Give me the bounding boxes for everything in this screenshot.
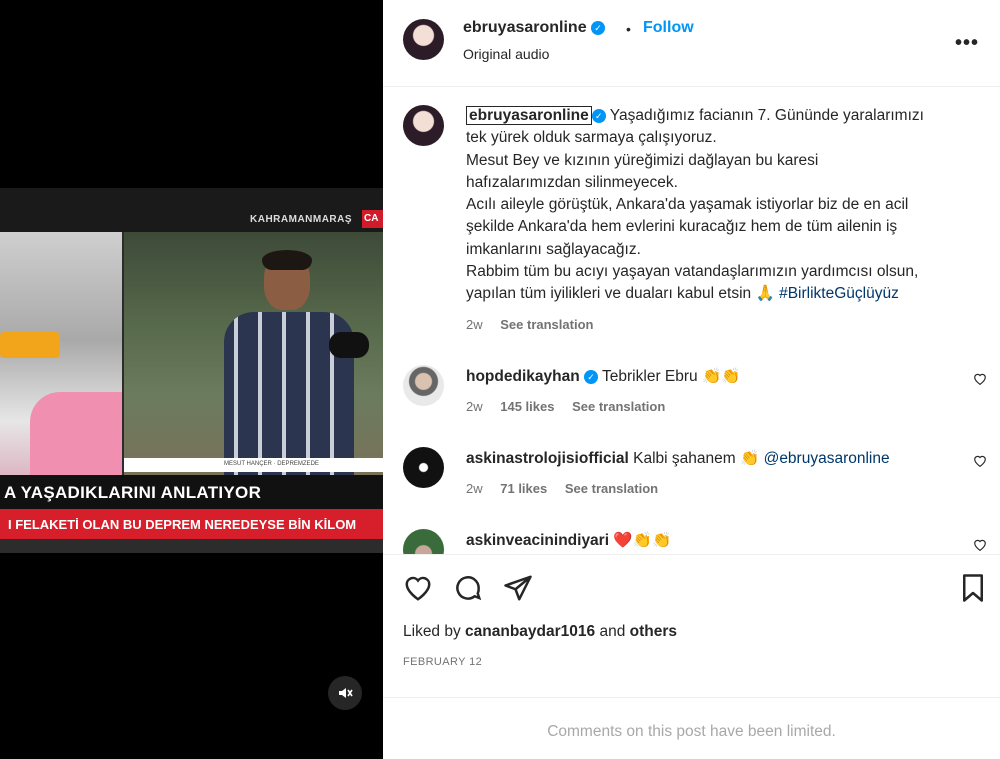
like-comment-heart-icon[interactable] [973,372,987,389]
mute-button[interactable] [328,676,362,710]
comment-item: hopdedikayhan ✓ Tebrikler Ebru 👏👏 [466,367,741,386]
comment-avatar[interactable] [403,365,444,406]
verified-badge-icon: ✓ [584,369,598,384]
comments-limited-notice: Comments on this post have been limited. [383,697,1000,759]
caption-line: tek yürek olduk sarmaya çalışıyoruz. [466,129,717,147]
verified-badge-icon: ✓ [591,20,606,35]
comments-list[interactable]: ebruyasaronline ✓ Yaşadığımız facianın 7.… [383,88,1000,554]
comment-meta: 2w 145 likes See translation [466,399,679,414]
see-translation-button[interactable]: See translation [572,399,665,414]
like-heart-icon[interactable] [403,573,433,603]
post-caption: ebruyasaronline ✓ Yaşadığımız facianın 7.… [466,105,966,306]
comment-avatar[interactable] [403,529,444,554]
comment-likes[interactable]: 71 likes [500,481,547,496]
original-audio-link[interactable]: Original audio [463,46,549,62]
broadcast-tag: CA [362,210,383,228]
post-date[interactable]: FEBRUARY 12 [403,656,482,668]
comment-likes[interactable]: 145 likes [500,399,554,414]
broadcast-left-image [0,232,122,502]
caption-line: hafızalarımızdan silinmeyecek. [466,173,678,191]
comment-text: Tebrikler Ebru 👏👏 [602,368,741,385]
liked-by-user[interactable]: cananbaydar1016 [465,623,595,640]
caption-line: yapılan tüm iyilikleri ve duaları kabul … [466,285,780,303]
video-player[interactable]: KAHRAMANMARAŞ CA MESUT HANÇER · DEPREMZE… [0,0,383,759]
comment-meta: 2w 71 likes See translation [466,481,672,496]
caption-avatar[interactable] [403,105,444,146]
broadcast-city: KAHRAMANMARAŞ [250,214,353,225]
separator: • [626,21,631,37]
comment-username[interactable]: askinveacinindiyari [466,532,609,549]
video-frame: KAHRAMANMARAŞ CA MESUT HANÇER · DEPREMZE… [0,188,383,553]
follow-button[interactable]: Follow [643,19,694,37]
comment-item: askinveacinindiyari ❤️👏👏 [466,531,671,550]
comment-time[interactable]: 2w [466,399,483,414]
header-username-text[interactable]: ebruyasaronline [463,19,587,36]
like-comment-heart-icon[interactable] [973,538,987,554]
verified-badge-icon: ✓ [591,108,606,123]
caption-line: şekilde Ankara'da hem evlerini kuracağız… [466,218,898,236]
avatar[interactable] [403,19,444,60]
comment-time[interactable]: 2w [466,481,483,496]
broadcast-name-caption: MESUT HANÇER · DEPREMZEDE [124,458,383,472]
caption-time[interactable]: 2w [466,317,483,332]
broadcast-headline: A YAŞADIKLARINI ANLATIYOR [0,475,383,509]
comment-username[interactable]: askinastrolojisiofficial [466,450,629,467]
caption-meta: 2w See translation [466,317,607,332]
speaker-muted-icon [339,688,353,699]
caption-line: imkanlarını sağlayacağız. [466,240,641,258]
see-translation-button[interactable]: See translation [565,481,658,496]
more-options-icon[interactable]: ••• [955,32,979,55]
mention-link[interactable]: @ebruyasaronline [764,450,890,467]
comment-text: Kalbi şahanem 👏 [633,450,764,467]
microphone [329,332,369,358]
see-translation-button[interactable]: See translation [500,317,593,332]
caption-line: Yaşadığımız facianın 7. Gününde yaraları… [609,107,924,124]
comment-item: askinastrolojisiofficial Kalbi şahanem 👏… [466,449,890,468]
hashtag-link[interactable]: #BirlikteGüçlüyüz [779,285,899,302]
comment-text: ❤️👏👏 [613,532,672,549]
caption-line: Acılı aileyle görüştük, Ankara'da yaşama… [466,196,909,214]
broadcast-topbar [0,188,383,232]
post-panel: ebruyasaronline ✓ • Follow Original audi… [383,0,1000,759]
broadcast-ticker: I FELAKETİ OLAN BU DEPREM NEREDEYSE BİN … [0,509,383,539]
liked-by: Liked by cananbaydar1016 and others [403,623,677,641]
post-header: ebruyasaronline ✓ • Follow Original audi… [383,0,1000,87]
caption-username[interactable]: ebruyasaronline [466,106,592,125]
header-username[interactable]: ebruyasaronline ✓ [463,19,606,37]
save-bookmark-icon[interactable] [958,573,988,603]
caption-line: Mesut Bey ve kızının yüreğimizi dağlayan… [466,151,819,169]
comment-bubble-icon[interactable] [453,573,483,603]
share-paper-plane-icon[interactable] [503,573,533,603]
liked-by-prefix: Liked by [403,623,466,640]
liked-by-and: and [595,623,630,640]
comment-avatar[interactable] [403,447,444,488]
like-comment-heart-icon[interactable] [973,454,987,471]
caption-line: Rabbim tüm bu acıyı yaşayan vatandaşları… [466,263,919,281]
liked-by-others[interactable]: others [630,623,677,640]
comment-username[interactable]: hopdedikayhan [466,368,580,385]
